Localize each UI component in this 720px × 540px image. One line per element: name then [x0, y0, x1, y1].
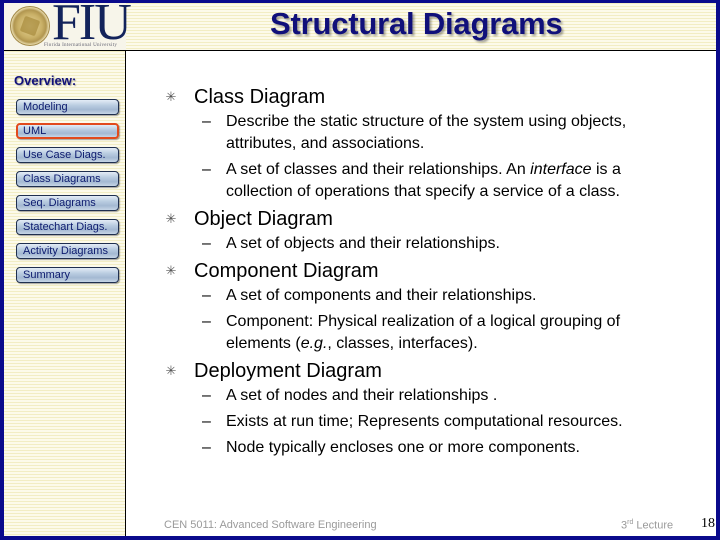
- sub-list: – A set of nodes and their relationships…: [194, 385, 684, 459]
- logo-subtitle: Florida International University: [44, 43, 118, 48]
- bullet-heading: Component Diagram: [194, 260, 379, 282]
- sub-list: – A set of objects and their relationshi…: [194, 233, 684, 255]
- sidebar-item-class-diagrams[interactable]: Class Diagrams: [16, 171, 119, 187]
- sub-item: – Describe the static structure of the s…: [202, 111, 684, 155]
- sidebar-item-seq-diagrams[interactable]: Seq. Diagrams: [16, 195, 119, 211]
- logo-text: FIU: [52, 0, 132, 51]
- bullet-deployment-diagram: ✳ Deployment Diagram – A set of nodes an…: [164, 359, 684, 459]
- sub-list: – A set of components and their relation…: [194, 285, 684, 355]
- sub-item: – A set of nodes and their relationships…: [202, 385, 684, 407]
- sub-item-text: Exists at run time; Represents computati…: [226, 413, 623, 430]
- bullet-object-diagram: ✳ Object Diagram – A set of objects and …: [164, 207, 684, 255]
- dash-bullet: –: [202, 161, 211, 178]
- footer-course-name: CEN 5011: Advanced Software Engineering: [164, 519, 377, 531]
- university-seal-icon: [10, 6, 50, 46]
- sub-item: – Exists at run time; Represents computa…: [202, 411, 684, 433]
- slide-content: ✳ Class Diagram – Describe the static st…: [164, 85, 684, 463]
- dash-bullet: –: [202, 387, 211, 404]
- sidebar-item-statechart-diags[interactable]: Statechart Diags.: [16, 219, 119, 235]
- overview-label: Overview:: [14, 73, 77, 88]
- lecture-word: Lecture: [633, 519, 674, 532]
- slide: FIU Florida International University Str…: [0, 0, 720, 540]
- sub-item-text: A set of classes and their relationships…: [226, 161, 531, 178]
- sidebar-item-use-case-diags[interactable]: Use Case Diags.: [16, 147, 119, 163]
- bullet-heading: Object Diagram: [194, 208, 333, 230]
- bullet-heading: Deployment Diagram: [194, 360, 382, 382]
- bullet-class-diagram: ✳ Class Diagram – Describe the static st…: [164, 85, 684, 203]
- sub-item: – A set of classes and their relationshi…: [202, 159, 684, 203]
- sub-item: – Node typically encloses one or more co…: [202, 437, 684, 459]
- dash-bullet: –: [202, 287, 211, 304]
- sidebar-item-modeling[interactable]: Modeling: [16, 99, 119, 115]
- dash-bullet: –: [202, 439, 211, 456]
- sub-item: – A set of components and their relation…: [202, 285, 684, 307]
- sidebar-item-activity-diagrams[interactable]: Activity Diagrams: [16, 243, 119, 259]
- bullet-component-diagram: ✳ Component Diagram – A set of component…: [164, 259, 684, 355]
- dash-bullet: –: [202, 313, 211, 330]
- star-burst-icon: ✳: [165, 211, 177, 226]
- page-number: 18: [701, 516, 715, 531]
- sub-item: – A set of objects and their relationshi…: [202, 233, 684, 255]
- sidebar-nav: Modeling UML Use Case Diags. Class Diagr…: [16, 99, 120, 291]
- sub-item-text: A set of components and their relationsh…: [226, 287, 537, 304]
- sub-list: – Describe the static structure of the s…: [194, 111, 684, 203]
- sub-item-text: A set of nodes and their relationships .: [226, 387, 498, 404]
- dash-bullet: –: [202, 413, 211, 430]
- footer-lecture: 3rd Lecture: [621, 519, 673, 532]
- star-burst-icon: ✳: [165, 89, 177, 104]
- dash-bullet: –: [202, 235, 211, 252]
- sub-item-text: , classes, interfaces).: [327, 335, 478, 352]
- star-burst-icon: ✳: [165, 263, 177, 278]
- sub-item-text: Node typically encloses one or more comp…: [226, 439, 580, 456]
- fiu-logo: FIU Florida International University: [4, 3, 132, 51]
- sub-item: – Component: Physical realization of a l…: [202, 311, 684, 355]
- sidebar-item-summary[interactable]: Summary: [16, 267, 119, 283]
- dash-bullet: –: [202, 113, 211, 130]
- sub-item-text: Describe the static structure of the sys…: [226, 113, 627, 152]
- slide-title: Structural Diagrams: [270, 6, 563, 41]
- sub-item-text: A set of objects and their relationships…: [226, 235, 500, 252]
- sidebar-item-uml[interactable]: UML: [16, 123, 119, 139]
- emphasis-text: interface: [530, 161, 592, 178]
- emphasis-text: e.g.: [300, 335, 328, 352]
- bullet-heading: Class Diagram: [194, 86, 326, 108]
- star-burst-icon: ✳: [165, 363, 177, 378]
